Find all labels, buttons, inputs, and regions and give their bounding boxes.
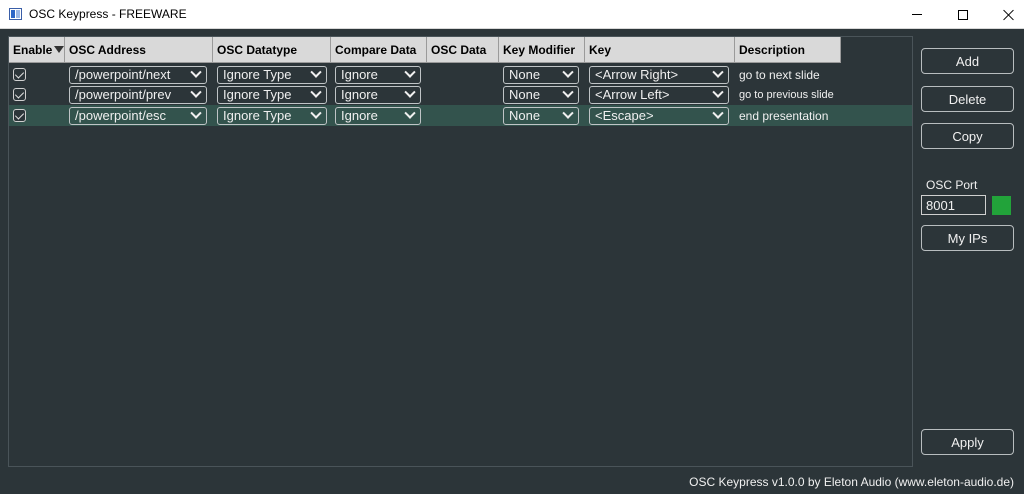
chevron-down-icon <box>404 66 416 78</box>
enable-checkbox[interactable] <box>13 109 26 122</box>
osc-datatype-cell: Ignore Type <box>213 105 331 126</box>
enable-cell <box>9 84 65 105</box>
chevron-down-icon <box>310 107 322 119</box>
app-icon <box>9 8 22 20</box>
osc-address-dropdown[interactable]: /powerpoint/next <box>69 65 207 84</box>
chevron-down-icon <box>190 86 202 98</box>
osc-address-cell: /powerpoint/prev <box>65 84 213 105</box>
enable-checkbox[interactable] <box>13 68 26 81</box>
key-cell: <Arrow Right> <box>585 64 735 85</box>
osc-datatype-cell: Ignore Type <box>213 64 331 85</box>
chevron-down-icon <box>404 107 416 119</box>
osc-address-cell: /powerpoint/esc <box>65 105 213 126</box>
osc-data-cell[interactable] <box>427 64 499 85</box>
key-modifier-cell: None <box>499 84 585 105</box>
compare-data-dropdown[interactable]: Ignore <box>335 106 421 125</box>
chevron-down-icon <box>562 107 574 119</box>
chevron-down-icon <box>712 107 724 119</box>
compare-data-cell: Ignore <box>331 84 427 105</box>
enable-cell <box>9 105 65 126</box>
apply-button[interactable]: Apply <box>921 429 1014 455</box>
osc-port-label: OSC Port <box>926 178 978 192</box>
chevron-down-icon <box>310 66 322 78</box>
enable-checkbox[interactable] <box>13 88 26 101</box>
key-dropdown[interactable]: <Arrow Left> <box>589 85 729 104</box>
footer-credits: OSC Keypress v1.0.0 by Eleton Audio (www… <box>689 475 1014 489</box>
add-button[interactable]: Add <box>921 48 1014 74</box>
column-header-osc-datatype[interactable]: OSC Datatype <box>213 37 331 63</box>
minimize-button[interactable] <box>894 0 940 29</box>
delete-button[interactable]: Delete <box>921 86 1014 112</box>
table-header: Enable OSC Address OSC Datatype Compare … <box>9 37 912 63</box>
osc-port-input[interactable]: 8001 <box>921 195 986 215</box>
compare-data-dropdown[interactable]: Ignore <box>335 65 421 84</box>
port-status-indicator <box>992 196 1011 215</box>
key-dropdown[interactable]: <Arrow Right> <box>589 65 729 84</box>
compare-data-dropdown[interactable]: Ignore <box>335 85 421 104</box>
key-cell: <Arrow Left> <box>585 84 735 105</box>
osc-datatype-dropdown[interactable]: Ignore Type <box>217 65 327 84</box>
description-cell[interactable]: go to next slide <box>735 64 841 85</box>
chevron-down-icon <box>190 66 202 78</box>
table-row[interactable]: /powerpoint/prev Ignore Type Ignore None… <box>9 84 912 105</box>
column-header-osc-address[interactable]: OSC Address <box>65 37 213 63</box>
sort-down-icon <box>54 46 64 53</box>
minimize-icon <box>912 14 922 15</box>
chevron-down-icon <box>190 107 202 119</box>
chevron-down-icon <box>562 86 574 98</box>
chevron-down-icon <box>310 86 322 98</box>
osc-address-dropdown[interactable]: /powerpoint/prev <box>69 85 207 104</box>
compare-data-cell: Ignore <box>331 105 427 126</box>
key-modifier-cell: None <box>499 105 585 126</box>
copy-button[interactable]: Copy <box>921 123 1014 149</box>
osc-datatype-dropdown[interactable]: Ignore Type <box>217 106 327 125</box>
description-cell[interactable]: go to previous slide <box>735 84 841 105</box>
chevron-down-icon <box>712 66 724 78</box>
mapping-table: Enable OSC Address OSC Datatype Compare … <box>8 36 913 467</box>
column-header-enable[interactable]: Enable <box>9 37 65 63</box>
key-modifier-dropdown[interactable]: None <box>503 65 579 84</box>
key-modifier-dropdown[interactable]: None <box>503 106 579 125</box>
maximize-icon <box>958 9 968 20</box>
window-title: OSC Keypress - FREEWARE <box>29 7 187 21</box>
osc-datatype-dropdown[interactable]: Ignore Type <box>217 85 327 104</box>
osc-data-cell[interactable] <box>427 105 499 126</box>
chevron-down-icon <box>404 86 416 98</box>
key-cell: <Escape> <box>585 105 735 126</box>
compare-data-cell: Ignore <box>331 64 427 85</box>
maximize-button[interactable] <box>940 0 986 29</box>
column-header-key[interactable]: Key <box>585 37 735 63</box>
key-dropdown[interactable]: <Escape> <box>589 106 729 125</box>
column-header-osc-data[interactable]: OSC Data <box>427 37 499 63</box>
description-cell[interactable]: end presentation <box>735 105 906 126</box>
osc-data-cell[interactable] <box>427 84 499 105</box>
chevron-down-icon <box>712 86 724 98</box>
close-icon <box>1003 9 1015 21</box>
column-header-description[interactable]: Description <box>735 37 841 63</box>
osc-datatype-cell: Ignore Type <box>213 84 331 105</box>
column-header-key-modifier[interactable]: Key Modifier <box>499 37 585 63</box>
key-modifier-dropdown[interactable]: None <box>503 85 579 104</box>
table-row[interactable]: /powerpoint/next Ignore Type Ignore None… <box>9 64 912 85</box>
key-modifier-cell: None <box>499 64 585 85</box>
chevron-down-icon <box>562 66 574 78</box>
osc-address-cell: /powerpoint/next <box>65 64 213 85</box>
column-header-compare-data[interactable]: Compare Data <box>331 37 427 63</box>
my-ips-button[interactable]: My IPs <box>921 225 1014 251</box>
close-button[interactable] <box>986 0 1024 29</box>
osc-address-dropdown[interactable]: /powerpoint/esc <box>69 106 207 125</box>
table-row[interactable]: /powerpoint/esc Ignore Type Ignore None … <box>9 105 912 126</box>
title-bar: OSC Keypress - FREEWARE <box>0 0 1024 29</box>
enable-cell <box>9 64 65 85</box>
